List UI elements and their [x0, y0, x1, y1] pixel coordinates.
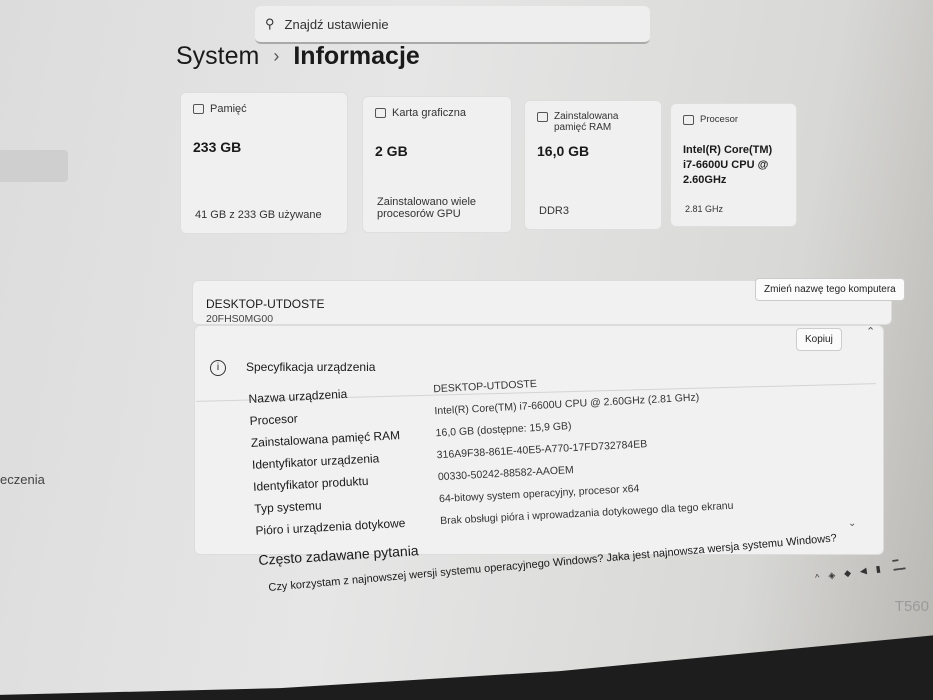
breadcrumb-system[interactable]: System: [176, 42, 259, 71]
card-label: Procesor: [700, 114, 739, 125]
rename-pc-button[interactable]: Zmień nazwę tego komputera: [755, 278, 905, 301]
battery-icon[interactable]: ▮: [875, 563, 881, 575]
spec-list: Nazwa urządzenia DESKTOP-UTDOSTE Procesor…: [248, 357, 855, 542]
card-sub: 41 GB z 233 GB używane: [195, 209, 322, 221]
chevron-up-icon[interactable]: ⌃: [866, 325, 875, 338]
search-placeholder: Znajdź ustawienie: [284, 16, 389, 32]
chevron-right-icon: ›: [273, 46, 280, 66]
breadcrumb: System › Informacje: [176, 42, 420, 71]
gpu-icon: [375, 108, 386, 118]
location-icon[interactable]: ◈: [828, 570, 836, 582]
card-value: 233 GB: [193, 139, 242, 155]
laptop-brand: T560: [894, 598, 929, 615]
card-sub: DDR3: [539, 205, 569, 217]
card-value: Intel(R) Core(TM) i7-6600U CPU @ 2.60GHz: [683, 144, 773, 186]
card-storage[interactable]: Pamięć 233 GB 41 GB z 233 GB używane: [180, 92, 348, 234]
sidebar-item[interactable]: eczenia: [0, 472, 45, 487]
card-value: 2 GB: [375, 143, 408, 159]
search-icon: ⚲: [265, 16, 275, 31]
card-label: Zainstalowana pamięć RAM: [554, 111, 619, 133]
card-cpu[interactable]: Procesor Intel(R) Core(TM) i7-6600U CPU …: [670, 103, 797, 227]
card-gpu[interactable]: Karta graficzna 2 GB Zainstalowano wiele…: [362, 96, 512, 233]
info-icon: i: [210, 360, 226, 376]
copy-button[interactable]: Kopiuj: [796, 328, 842, 351]
ram-icon: [537, 112, 548, 122]
chevron-up-icon[interactable]: ^: [815, 572, 821, 583]
device-name: DESKTOP-UTDOSTE: [206, 297, 325, 311]
spec-value: 16,0 GB (dostępne: 15,9 GB): [435, 420, 572, 440]
card-sub: Zainstalowano wiele procesorów GPU: [377, 196, 477, 220]
cpu-icon: [683, 115, 694, 125]
card-value: 16,0 GB: [537, 143, 590, 159]
sidebar-selected-item[interactable]: [0, 150, 68, 182]
system-tray: ^ ◈ ◆ ◀ ▮: [815, 563, 882, 583]
laptop-bezel: [0, 635, 933, 700]
search-input[interactable]: ⚲ Znajdź ustawienie: [255, 6, 650, 44]
card-ram[interactable]: Zainstalowana pamięć RAM 16,0 GB DDR3: [524, 100, 662, 230]
wifi-icon[interactable]: ◆: [843, 568, 851, 580]
device-model: 20FHS0MG00: [206, 313, 274, 325]
chevron-down-icon[interactable]: ⌄: [848, 518, 856, 529]
card-label: Karta graficzna: [392, 107, 466, 119]
spec-title: Specyfikacja urządzenia: [246, 360, 376, 374]
volume-icon[interactable]: ◀: [859, 565, 867, 577]
spec-value: 00330-50242-88582-AAOEM: [437, 464, 575, 484]
card-label: Pamięć: [210, 103, 247, 115]
drive-icon: [193, 104, 204, 114]
clock[interactable]: ▬ ▬▬: [892, 555, 906, 574]
page-title: Informacje: [293, 42, 420, 70]
spec-value: DESKTOP-UTDOSTE: [433, 377, 538, 396]
card-sub: 2.81 GHz: [685, 204, 724, 214]
